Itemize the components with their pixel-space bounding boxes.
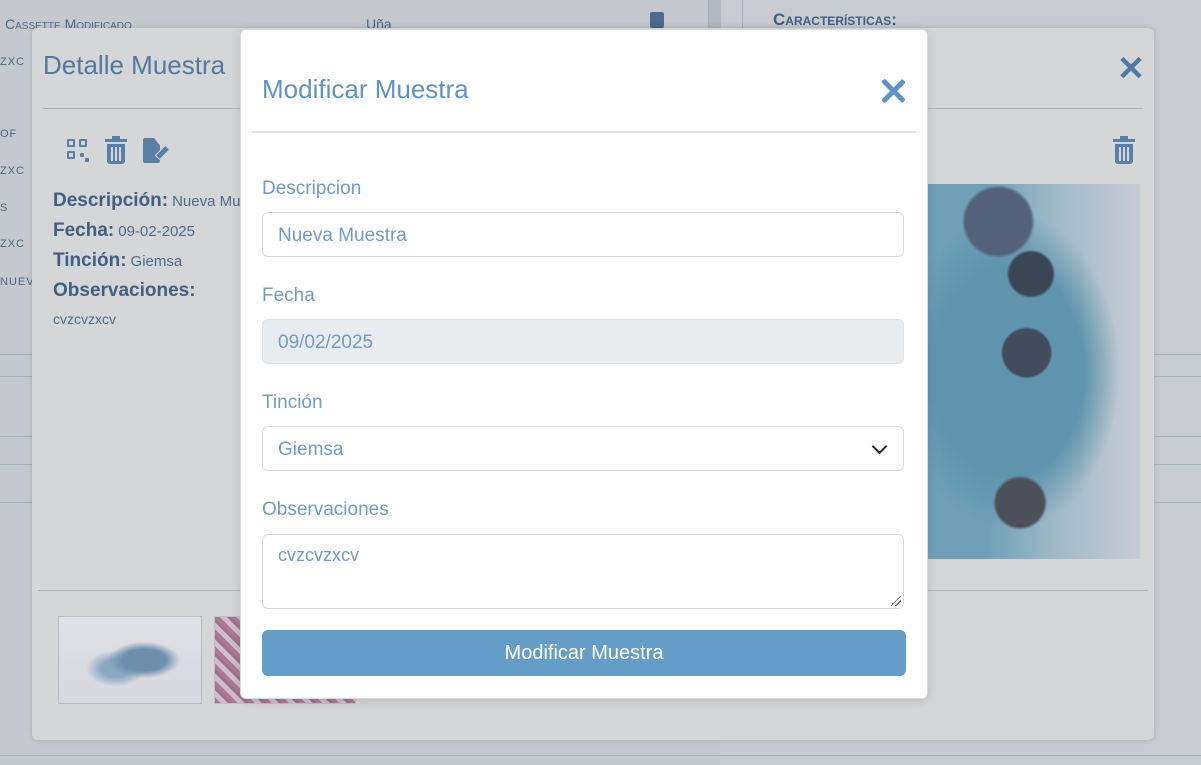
background-divider [742,0,743,30]
detail-fecha: Fecha: 09-02-2025 [53,220,195,242]
modificar-muestra-modal: Modificar Muestra Descripcion Nueva Mues… [240,29,928,699]
background-divider [0,755,1201,756]
detail-fecha-value: 09-02-2025 [118,223,195,240]
close-icon[interactable] [879,77,907,105]
tincion-selected-value: Giemsa [278,439,344,460]
background-characteristics-heading: Características: [773,10,897,29]
detail-observaciones-label: Observaciones: [53,280,196,301]
trash-icon[interactable] [1112,136,1136,164]
fecha-label: Fecha [262,285,315,306]
observaciones-label: Observaciones [262,499,389,520]
document-icon [650,12,664,28]
background-row-fragment: S [0,202,9,214]
background-row-fragment: NUEV [0,276,35,288]
detail-tincion-label: Tinción: [53,250,127,271]
descripcion-input[interactable]: Nueva Muestra [262,212,904,257]
detail-fecha-label: Fecha: [53,220,115,241]
modificar-muestra-button[interactable]: Modificar Muestra [262,630,906,676]
sample-main-image [922,184,1140,559]
tincion-select[interactable]: Giemsa [262,426,904,471]
background-row-fragment: ZXC [0,165,25,177]
qr-code-icon[interactable] [66,138,90,164]
observaciones-textarea[interactable]: cvzcvzxcv [262,534,904,609]
detail-tincion-value: Giemsa [130,253,183,270]
close-icon[interactable]: ✕ [1116,52,1146,86]
detail-toolbar [66,136,171,164]
resize-handle-icon[interactable] [891,596,901,606]
detail-descripcion-value: Nueva Mu [172,193,241,210]
fecha-input: 09/02/2025 [262,319,904,364]
tincion-label: Tinción [262,392,323,413]
background-row-fragment: OF [0,128,18,140]
trash-icon[interactable] [104,136,128,164]
observaciones-value: cvzcvzxcv [278,545,359,565]
descripcion-label: Descripcion [262,178,362,199]
modal-divider [252,131,916,133]
sample-thumbnail[interactable] [58,616,202,704]
background-row-fragment: ZXC [0,56,25,68]
detail-title: Detalle Muestra [43,50,226,80]
detail-tincion: Tinción: Giemsa [53,250,182,272]
modal-title: Modificar Muestra [262,74,469,104]
detail-descripcion: Descripción: Nueva Mu [53,190,240,212]
detail-observaciones: Observaciones: [53,280,196,302]
edit-document-icon[interactable] [142,138,171,164]
background-row-fragment: ZXC [0,238,25,250]
chevron-down-icon [871,438,888,455]
detail-descripcion-label: Descripción: [53,190,169,211]
detail-observaciones-value: cvzcvzxcv [53,311,116,327]
